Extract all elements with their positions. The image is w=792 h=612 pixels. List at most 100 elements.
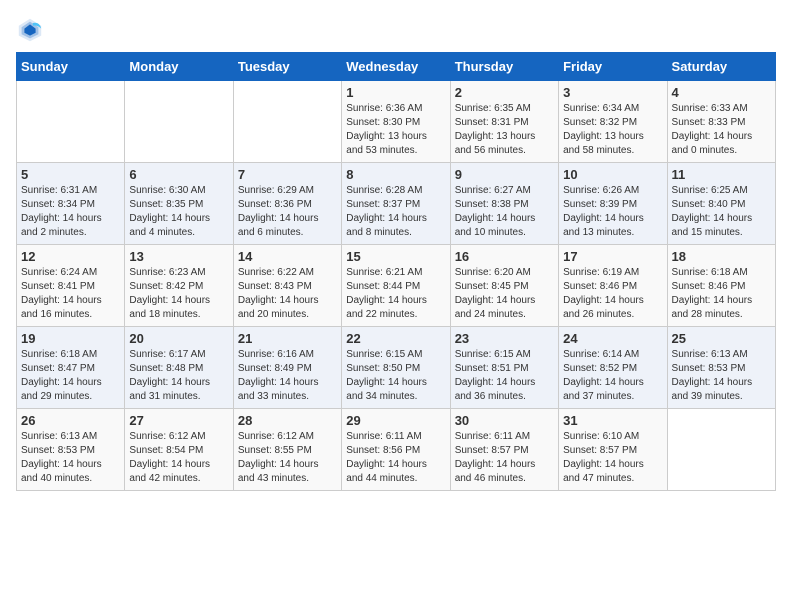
day-number: 29 <box>346 413 445 428</box>
day-info: Sunrise: 6:20 AM Sunset: 8:45 PM Dayligh… <box>455 266 554 322</box>
day-info: Sunrise: 6:14 AM Sunset: 8:52 PM Dayligh… <box>563 348 662 404</box>
calendar-cell: 10 Sunrise: 6:26 AM Sunset: 8:39 PM Dayli… <box>559 163 667 245</box>
day-info: Sunrise: 6:35 AM Sunset: 8:31 PM Dayligh… <box>455 102 554 158</box>
calendar-cell: 14Sunrise: 6:22 AM Sunset: 8:43 PM Dayli… <box>233 245 341 327</box>
calendar-cell: 27 Sunrise: 6:12 AM Sunset: 8:54 PM Dayli… <box>125 409 233 491</box>
day-info: Sunrise: 6:18 AM Sunset: 8:46 PM Dayligh… <box>672 266 771 322</box>
calendar-cell: 16 Sunrise: 6:20 AM Sunset: 8:45 PM Dayli… <box>450 245 558 327</box>
day-number: 15 <box>346 249 445 264</box>
calendar-cell: 30 Sunrise: 6:11 AM Sunset: 8:57 PM Dayli… <box>450 409 558 491</box>
day-info: Sunrise: 6:22 AM Sunset: 8:43 PM Dayligh… <box>238 266 337 322</box>
day-info: Sunrise: 6:12 AM Sunset: 8:54 PM Dayligh… <box>129 430 228 486</box>
day-info: Sunrise: 6:26 AM Sunset: 8:39 PM Dayligh… <box>563 184 662 240</box>
day-info: Sunrise: 6:28 AM Sunset: 8:37 PM Dayligh… <box>346 184 445 240</box>
day-header-saturday: Saturday <box>667 53 775 81</box>
calendar-cell: 20 Sunrise: 6:17 AM Sunset: 8:48 PM Dayli… <box>125 327 233 409</box>
logo <box>16 16 48 44</box>
day-info: Sunrise: 6:30 AM Sunset: 8:35 PM Dayligh… <box>129 184 228 240</box>
calendar-cell: 26Sunrise: 6:13 AM Sunset: 8:53 PM Dayli… <box>17 409 125 491</box>
day-info: Sunrise: 6:18 AM Sunset: 8:47 PM Dayligh… <box>21 348 120 404</box>
calendar-cell: 8 Sunrise: 6:28 AM Sunset: 8:37 PM Daylig… <box>342 163 450 245</box>
day-info: Sunrise: 6:25 AM Sunset: 8:40 PM Dayligh… <box>672 184 771 240</box>
day-number: 22 <box>346 331 445 346</box>
calendar-cell: 5 Sunrise: 6:31 AM Sunset: 8:34 PM Daylig… <box>17 163 125 245</box>
day-info: Sunrise: 6:29 AM Sunset: 8:36 PM Dayligh… <box>238 184 337 240</box>
day-header-friday: Friday <box>559 53 667 81</box>
calendar-week-5: 26Sunrise: 6:13 AM Sunset: 8:53 PM Dayli… <box>17 409 776 491</box>
day-info: Sunrise: 6:31 AM Sunset: 8:34 PM Dayligh… <box>21 184 120 240</box>
day-header-wednesday: Wednesday <box>342 53 450 81</box>
day-info: Sunrise: 6:33 AM Sunset: 8:33 PM Dayligh… <box>672 102 771 158</box>
calendar-week-3: 12 Sunrise: 6:24 AM Sunset: 8:41 PM Dayli… <box>17 245 776 327</box>
day-header-thursday: Thursday <box>450 53 558 81</box>
days-header-row: SundayMondayTuesdayWednesdayThursdayFrid… <box>17 53 776 81</box>
calendar-cell: 18 Sunrise: 6:18 AM Sunset: 8:46 PM Dayli… <box>667 245 775 327</box>
day-info: Sunrise: 6:10 AM Sunset: 8:57 PM Dayligh… <box>563 430 662 486</box>
day-number: 23 <box>455 331 554 346</box>
day-info: Sunrise: 6:13 AM Sunset: 8:53 PM Dayligh… <box>21 430 120 486</box>
day-number: 2 <box>455 85 554 100</box>
calendar-cell <box>667 409 775 491</box>
calendar-cell <box>233 81 341 163</box>
day-info: Sunrise: 6:23 AM Sunset: 8:42 PM Dayligh… <box>129 266 228 322</box>
day-number: 24 <box>563 331 662 346</box>
calendar-table: SundayMondayTuesdayWednesdayThursdayFrid… <box>16 52 776 491</box>
page-header <box>16 16 776 44</box>
day-header-sunday: Sunday <box>17 53 125 81</box>
day-number: 21 <box>238 331 337 346</box>
calendar-week-2: 5 Sunrise: 6:31 AM Sunset: 8:34 PM Daylig… <box>17 163 776 245</box>
calendar-week-1: 1 Sunrise: 6:36 AM Sunset: 8:30 PM Daylig… <box>17 81 776 163</box>
calendar-cell: 11Sunrise: 6:25 AM Sunset: 8:40 PM Dayli… <box>667 163 775 245</box>
calendar-cell: 22 Sunrise: 6:15 AM Sunset: 8:50 PM Dayli… <box>342 327 450 409</box>
day-number: 12 <box>21 249 120 264</box>
day-info: Sunrise: 6:11 AM Sunset: 8:57 PM Dayligh… <box>455 430 554 486</box>
day-number: 10 <box>563 167 662 182</box>
calendar-cell: 29 Sunrise: 6:11 AM Sunset: 8:56 PM Dayli… <box>342 409 450 491</box>
calendar-cell: 1 Sunrise: 6:36 AM Sunset: 8:30 PM Daylig… <box>342 81 450 163</box>
day-info: Sunrise: 6:27 AM Sunset: 8:38 PM Dayligh… <box>455 184 554 240</box>
day-number: 13 <box>129 249 228 264</box>
day-number: 18 <box>672 249 771 264</box>
day-number: 8 <box>346 167 445 182</box>
calendar-cell: 6 Sunrise: 6:30 AM Sunset: 8:35 PM Daylig… <box>125 163 233 245</box>
calendar-cell <box>17 81 125 163</box>
day-number: 7 <box>238 167 337 182</box>
day-number: 19 <box>21 331 120 346</box>
day-info: Sunrise: 6:24 AM Sunset: 8:41 PM Dayligh… <box>21 266 120 322</box>
calendar-cell: 23 Sunrise: 6:15 AM Sunset: 8:51 PM Dayli… <box>450 327 558 409</box>
day-number: 20 <box>129 331 228 346</box>
day-number: 31 <box>563 413 662 428</box>
day-number: 27 <box>129 413 228 428</box>
day-number: 25 <box>672 331 771 346</box>
day-number: 16 <box>455 249 554 264</box>
calendar-cell: 2 Sunrise: 6:35 AM Sunset: 8:31 PM Daylig… <box>450 81 558 163</box>
day-info: Sunrise: 6:11 AM Sunset: 8:56 PM Dayligh… <box>346 430 445 486</box>
day-info: Sunrise: 6:15 AM Sunset: 8:51 PM Dayligh… <box>455 348 554 404</box>
logo-icon <box>16 16 44 44</box>
day-number: 28 <box>238 413 337 428</box>
calendar-cell: 19 Sunrise: 6:18 AM Sunset: 8:47 PM Dayli… <box>17 327 125 409</box>
calendar-cell: 28 Sunrise: 6:12 AM Sunset: 8:55 PM Dayli… <box>233 409 341 491</box>
day-number: 4 <box>672 85 771 100</box>
day-info: Sunrise: 6:16 AM Sunset: 8:49 PM Dayligh… <box>238 348 337 404</box>
calendar-week-4: 19 Sunrise: 6:18 AM Sunset: 8:47 PM Dayli… <box>17 327 776 409</box>
day-info: Sunrise: 6:34 AM Sunset: 8:32 PM Dayligh… <box>563 102 662 158</box>
day-info: Sunrise: 6:13 AM Sunset: 8:53 PM Dayligh… <box>672 348 771 404</box>
calendar-cell: 17Sunrise: 6:19 AM Sunset: 8:46 PM Dayli… <box>559 245 667 327</box>
calendar-cell: 3Sunrise: 6:34 AM Sunset: 8:32 PM Daylig… <box>559 81 667 163</box>
calendar-cell: 9Sunrise: 6:27 AM Sunset: 8:38 PM Daylig… <box>450 163 558 245</box>
calendar-cell: 12 Sunrise: 6:24 AM Sunset: 8:41 PM Dayli… <box>17 245 125 327</box>
calendar-cell: 13 Sunrise: 6:23 AM Sunset: 8:42 PM Dayli… <box>125 245 233 327</box>
day-number: 5 <box>21 167 120 182</box>
day-number: 30 <box>455 413 554 428</box>
calendar-cell: 4 Sunrise: 6:33 AM Sunset: 8:33 PM Daylig… <box>667 81 775 163</box>
day-info: Sunrise: 6:17 AM Sunset: 8:48 PM Dayligh… <box>129 348 228 404</box>
day-number: 1 <box>346 85 445 100</box>
day-number: 6 <box>129 167 228 182</box>
day-info: Sunrise: 6:15 AM Sunset: 8:50 PM Dayligh… <box>346 348 445 404</box>
day-info: Sunrise: 6:19 AM Sunset: 8:46 PM Dayligh… <box>563 266 662 322</box>
calendar-cell: 15Sunrise: 6:21 AM Sunset: 8:44 PM Dayli… <box>342 245 450 327</box>
calendar-cell: 31 Sunrise: 6:10 AM Sunset: 8:57 PM Dayli… <box>559 409 667 491</box>
day-info: Sunrise: 6:36 AM Sunset: 8:30 PM Dayligh… <box>346 102 445 158</box>
day-info: Sunrise: 6:12 AM Sunset: 8:55 PM Dayligh… <box>238 430 337 486</box>
